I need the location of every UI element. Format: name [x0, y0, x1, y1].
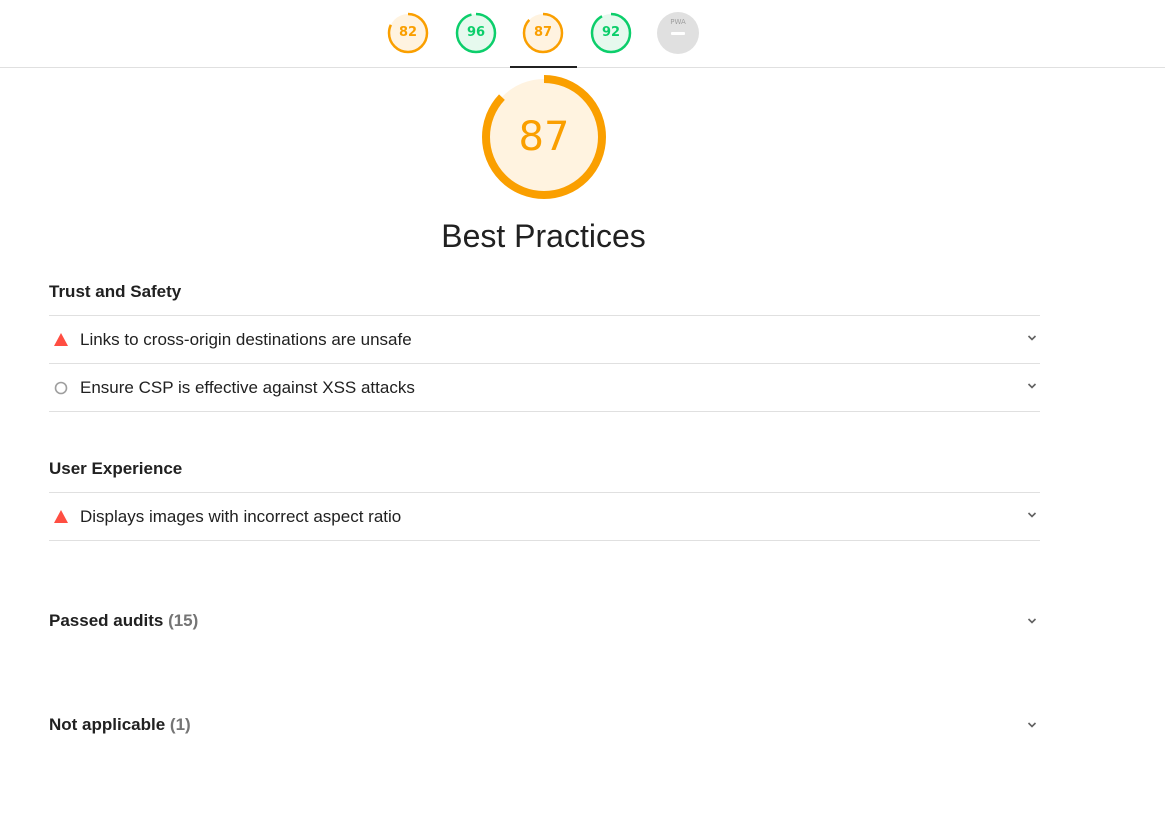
triangle-warning-icon [54, 510, 68, 523]
gauge-score: 82 [398, 25, 418, 40]
gauge-accessibility[interactable]: 96 [455, 12, 497, 54]
active-tab-underline [510, 66, 577, 68]
group-title-user-experience: User Experience [49, 459, 183, 478]
passed-audits-count: (15) [168, 611, 199, 630]
triangle-warning-icon [54, 333, 68, 346]
chevron-down-icon[interactable] [1027, 616, 1037, 626]
category-gauges-bar: 82 96 87 92 PWA [0, 0, 1165, 68]
gauge-score: 92 [601, 25, 621, 40]
dash-icon [671, 32, 685, 35]
gauge-best-practices[interactable]: 87 [522, 12, 564, 54]
not-applicable-toggle[interactable]: Not applicable (1) [49, 712, 1040, 742]
group-title-trust-and-safety: Trust and Safety [49, 282, 182, 301]
gauge-seo[interactable]: 92 [590, 12, 632, 54]
category-score: 87 [518, 114, 570, 160]
chevron-down-icon[interactable] [1027, 720, 1037, 730]
not-applicable-label: Not applicable [49, 715, 166, 734]
audit-csp-xss[interactable]: Ensure CSP is effective against XSS atta… [49, 363, 1040, 412]
passed-audits-toggle[interactable]: Passed audits (15) [49, 608, 1040, 638]
audit-title: Displays images with incorrect aspect ra… [80, 507, 402, 526]
not-applicable-title: Not applicable (1) [49, 715, 191, 735]
chevron-down-icon[interactable] [1027, 510, 1037, 520]
pwa-label: PWA [670, 18, 686, 26]
gauge-score: 87 [533, 25, 553, 40]
not-applicable-count: (1) [169, 715, 191, 734]
chevron-down-icon[interactable] [1027, 333, 1037, 343]
passed-audits-label: Passed audits [49, 611, 164, 630]
gauge-performance[interactable]: 82 [387, 12, 429, 54]
passed-audits-title: Passed audits (15) [49, 611, 198, 631]
gauge-pwa[interactable]: PWA [657, 12, 699, 54]
audit-cross-origin-links[interactable]: Links to cross-origin destinations are u… [49, 315, 1040, 363]
audit-title: Links to cross-origin destinations are u… [80, 330, 412, 349]
gauge-score: 96 [466, 25, 486, 40]
chevron-down-icon[interactable] [1027, 381, 1037, 391]
circle-outline-icon [54, 381, 68, 395]
audit-title: Ensure CSP is effective against XSS atta… [80, 378, 415, 397]
audit-image-aspect-ratio[interactable]: Displays images with incorrect aspect ra… [49, 492, 1040, 541]
category-score-gauge: 87 [480, 73, 608, 201]
category-title: Best Practices [441, 218, 646, 254]
